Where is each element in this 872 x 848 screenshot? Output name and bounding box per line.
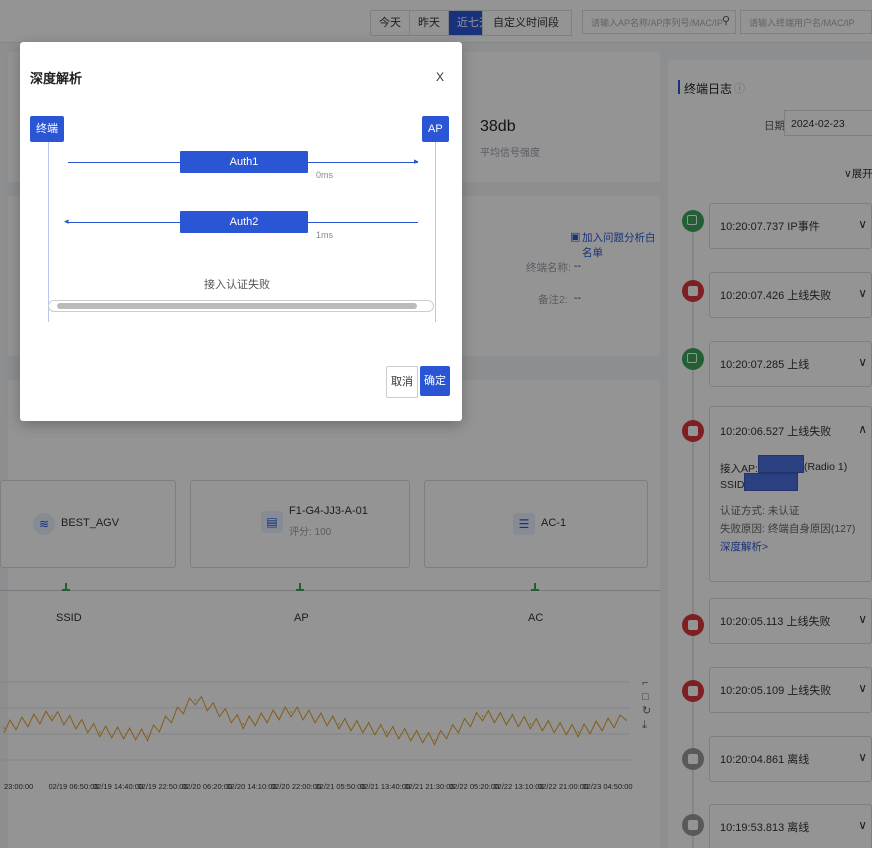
terminal-tag: 终端: [30, 116, 64, 142]
modal-title: 深度解析: [30, 71, 83, 86]
deep-analysis-modal: 深度解析 X 终端 AP ▸ Auth1 0ms ◂ Auth2 1ms 接入认…: [20, 42, 462, 421]
page: 今天 昨天 近七天 自定义时间段 请输入AP名称/AP序列号/MAC/IP ⚲ …: [0, 0, 872, 848]
arrow-left-icon: ◂: [64, 216, 69, 226]
auth1-box: Auth1: [180, 151, 308, 173]
scrollbar-thumb[interactable]: [57, 303, 417, 309]
auth2-time: 1ms: [316, 230, 334, 240]
auth-result: 接入认证失败: [204, 279, 270, 291]
auth2-box: Auth2: [180, 211, 308, 233]
cancel-button[interactable]: 取消: [386, 366, 418, 398]
arrow-right-icon: ▸: [414, 156, 419, 166]
auth1-time: 0ms: [316, 170, 334, 180]
horizontal-scrollbar[interactable]: [48, 300, 434, 312]
close-icon[interactable]: X: [436, 70, 444, 84]
ap-tag: AP: [422, 116, 449, 142]
confirm-button[interactable]: 确定: [420, 366, 450, 396]
